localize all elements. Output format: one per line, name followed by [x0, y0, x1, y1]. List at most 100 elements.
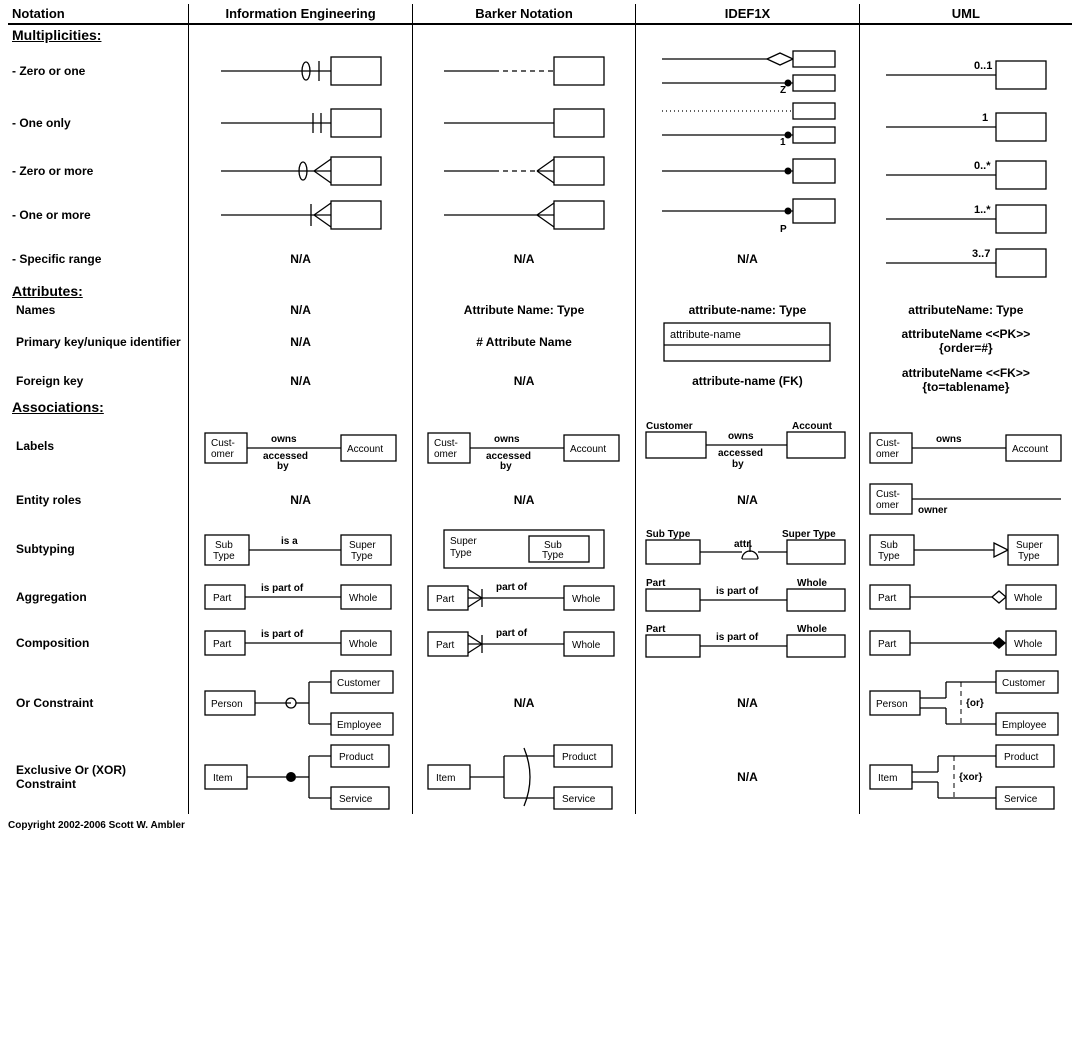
- barker-zero-or-one: [412, 45, 635, 97]
- notation-comparison-table: Notation Information Engineering Barker …: [8, 4, 1072, 814]
- svg-text:Super Type: Super Type: [782, 529, 836, 540]
- ie-specific-range: N/A: [189, 237, 412, 281]
- svg-text:Product: Product: [562, 752, 597, 763]
- row-one-only: - One only: [8, 97, 189, 149]
- svg-text:by: by: [277, 461, 289, 471]
- svg-text:by: by: [500, 461, 512, 471]
- idef1x-pk: attribute-name: [636, 319, 859, 365]
- header-notation: Notation: [8, 4, 189, 24]
- barker-composition: Part part of Whole: [412, 620, 635, 666]
- svg-text:Account: Account: [792, 421, 833, 432]
- row-xor: Exclusive Or (XOR) Constraint: [8, 740, 189, 814]
- header-uml: UML: [859, 4, 1072, 24]
- svg-text:part of: part of: [496, 628, 528, 639]
- barker-pk: # Attribute Name: [412, 319, 635, 365]
- svg-text:Product: Product: [339, 752, 374, 763]
- svg-text:is part of: is part of: [261, 583, 304, 594]
- svg-text:Cust-: Cust-: [876, 489, 900, 500]
- svg-text:Type: Type: [213, 551, 235, 562]
- ie-names: N/A: [189, 301, 412, 319]
- svg-text:Person: Person: [211, 699, 243, 710]
- uml-specific-range: 3..7: [859, 237, 1072, 281]
- uml-fk: attributeName <<FK>>{to=tablename}: [859, 365, 1072, 397]
- uml-names: attributeName: Type: [859, 301, 1072, 319]
- barker-subtyping: SuperTypeSubType: [412, 524, 635, 574]
- ie-entity-roles: N/A: [189, 476, 412, 524]
- uml-entity-roles: Cust-omerowner: [859, 476, 1072, 524]
- idef1x-zero-or-more: [636, 149, 859, 193]
- ie-zero-or-one: [189, 45, 412, 97]
- row-aggregation: Aggregation: [8, 574, 189, 620]
- barker-names: Attribute Name: Type: [412, 301, 635, 319]
- uml-pk: attributeName <<PK>>{order=#}: [859, 319, 1072, 365]
- svg-text:1..*: 1..*: [974, 204, 991, 216]
- svg-text:part of: part of: [496, 582, 528, 593]
- svg-text:Account: Account: [1012, 444, 1048, 455]
- svg-text:Item: Item: [213, 773, 232, 784]
- barker-xor: Item Product Service: [412, 740, 635, 814]
- svg-text:Part: Part: [213, 639, 232, 650]
- ie-composition: Part is part of Whole: [189, 620, 412, 666]
- svg-text:owner: owner: [918, 505, 948, 516]
- ie-or: PersonCustomerEmployee: [189, 666, 412, 740]
- row-one-or-more: - One or more: [8, 193, 189, 237]
- ie-subtyping: SubTypeis aSuperType: [189, 524, 412, 574]
- svg-text:Whole: Whole: [572, 640, 601, 651]
- svg-text:0..1: 0..1: [974, 60, 992, 72]
- svg-text:Part: Part: [436, 594, 455, 605]
- svg-text:Whole: Whole: [349, 639, 378, 650]
- svg-text:Part: Part: [646, 578, 666, 589]
- ie-one-only: [189, 97, 412, 149]
- barker-or: N/A: [412, 666, 635, 740]
- barker-zero-or-more: [412, 149, 635, 193]
- svg-text:Type: Type: [542, 550, 564, 561]
- uml-or: Person{or}CustomerEmployee: [859, 666, 1072, 740]
- svg-text:is part of: is part of: [261, 629, 304, 640]
- uml-one-or-more: 1..*: [859, 193, 1072, 237]
- svg-text:Customer: Customer: [1002, 678, 1046, 689]
- barker-one-only: [412, 97, 635, 149]
- svg-text:Sub: Sub: [880, 540, 898, 551]
- svg-text:owns: owns: [936, 434, 962, 445]
- ie-pk: N/A: [189, 319, 412, 365]
- svg-text:P: P: [780, 224, 787, 234]
- header-ie: Information Engineering: [189, 4, 412, 24]
- row-specific-range: - Specific range: [8, 237, 189, 281]
- svg-text:accessed: accessed: [718, 448, 763, 459]
- svg-text:is part of: is part of: [716, 586, 759, 597]
- header-idef1x: IDEF1X: [636, 4, 859, 24]
- barker-aggregation: Partpart ofWhole: [412, 574, 635, 620]
- row-composition: Composition: [8, 620, 189, 666]
- svg-text:owns: owns: [494, 434, 520, 445]
- svg-text:Cust-: Cust-: [211, 438, 235, 449]
- row-fk: Foreign key: [8, 365, 189, 397]
- svg-text:Cust-: Cust-: [434, 438, 458, 449]
- svg-text:Whole: Whole: [1014, 593, 1043, 604]
- svg-text:Item: Item: [436, 773, 455, 784]
- svg-text:Product: Product: [1004, 752, 1039, 763]
- svg-text:Person: Person: [876, 699, 908, 710]
- ie-fk: N/A: [189, 365, 412, 397]
- idef1x-fk: attribute-name (FK): [636, 365, 859, 397]
- svg-text:1: 1: [780, 137, 786, 147]
- svg-text:Part: Part: [436, 640, 455, 651]
- barker-fk: N/A: [412, 365, 635, 397]
- ie-aggregation: Partis part ofWhole: [189, 574, 412, 620]
- svg-text:Type: Type: [1018, 551, 1040, 562]
- svg-text:is part of: is part of: [716, 632, 759, 643]
- svg-text:Account: Account: [570, 444, 606, 455]
- row-or: Or Constraint: [8, 666, 189, 740]
- svg-text:Part: Part: [878, 639, 897, 650]
- svg-text:Whole: Whole: [349, 593, 378, 604]
- svg-text:Service: Service: [562, 794, 596, 805]
- svg-text:Customer: Customer: [337, 678, 381, 689]
- idef1x-xor: N/A: [636, 740, 859, 814]
- uml-xor: Item{xor}ProductService: [859, 740, 1072, 814]
- copyright: Copyright 2002-2006 Scott W. Ambler: [8, 814, 1072, 831]
- ie-xor: ItemProductService: [189, 740, 412, 814]
- barker-specific-range: N/A: [412, 237, 635, 281]
- uml-one-only: 1: [859, 97, 1072, 149]
- barker-entity-roles: N/A: [412, 476, 635, 524]
- idef1x-aggregation: Partis part ofWhole: [636, 574, 859, 620]
- svg-text:owns: owns: [271, 434, 297, 445]
